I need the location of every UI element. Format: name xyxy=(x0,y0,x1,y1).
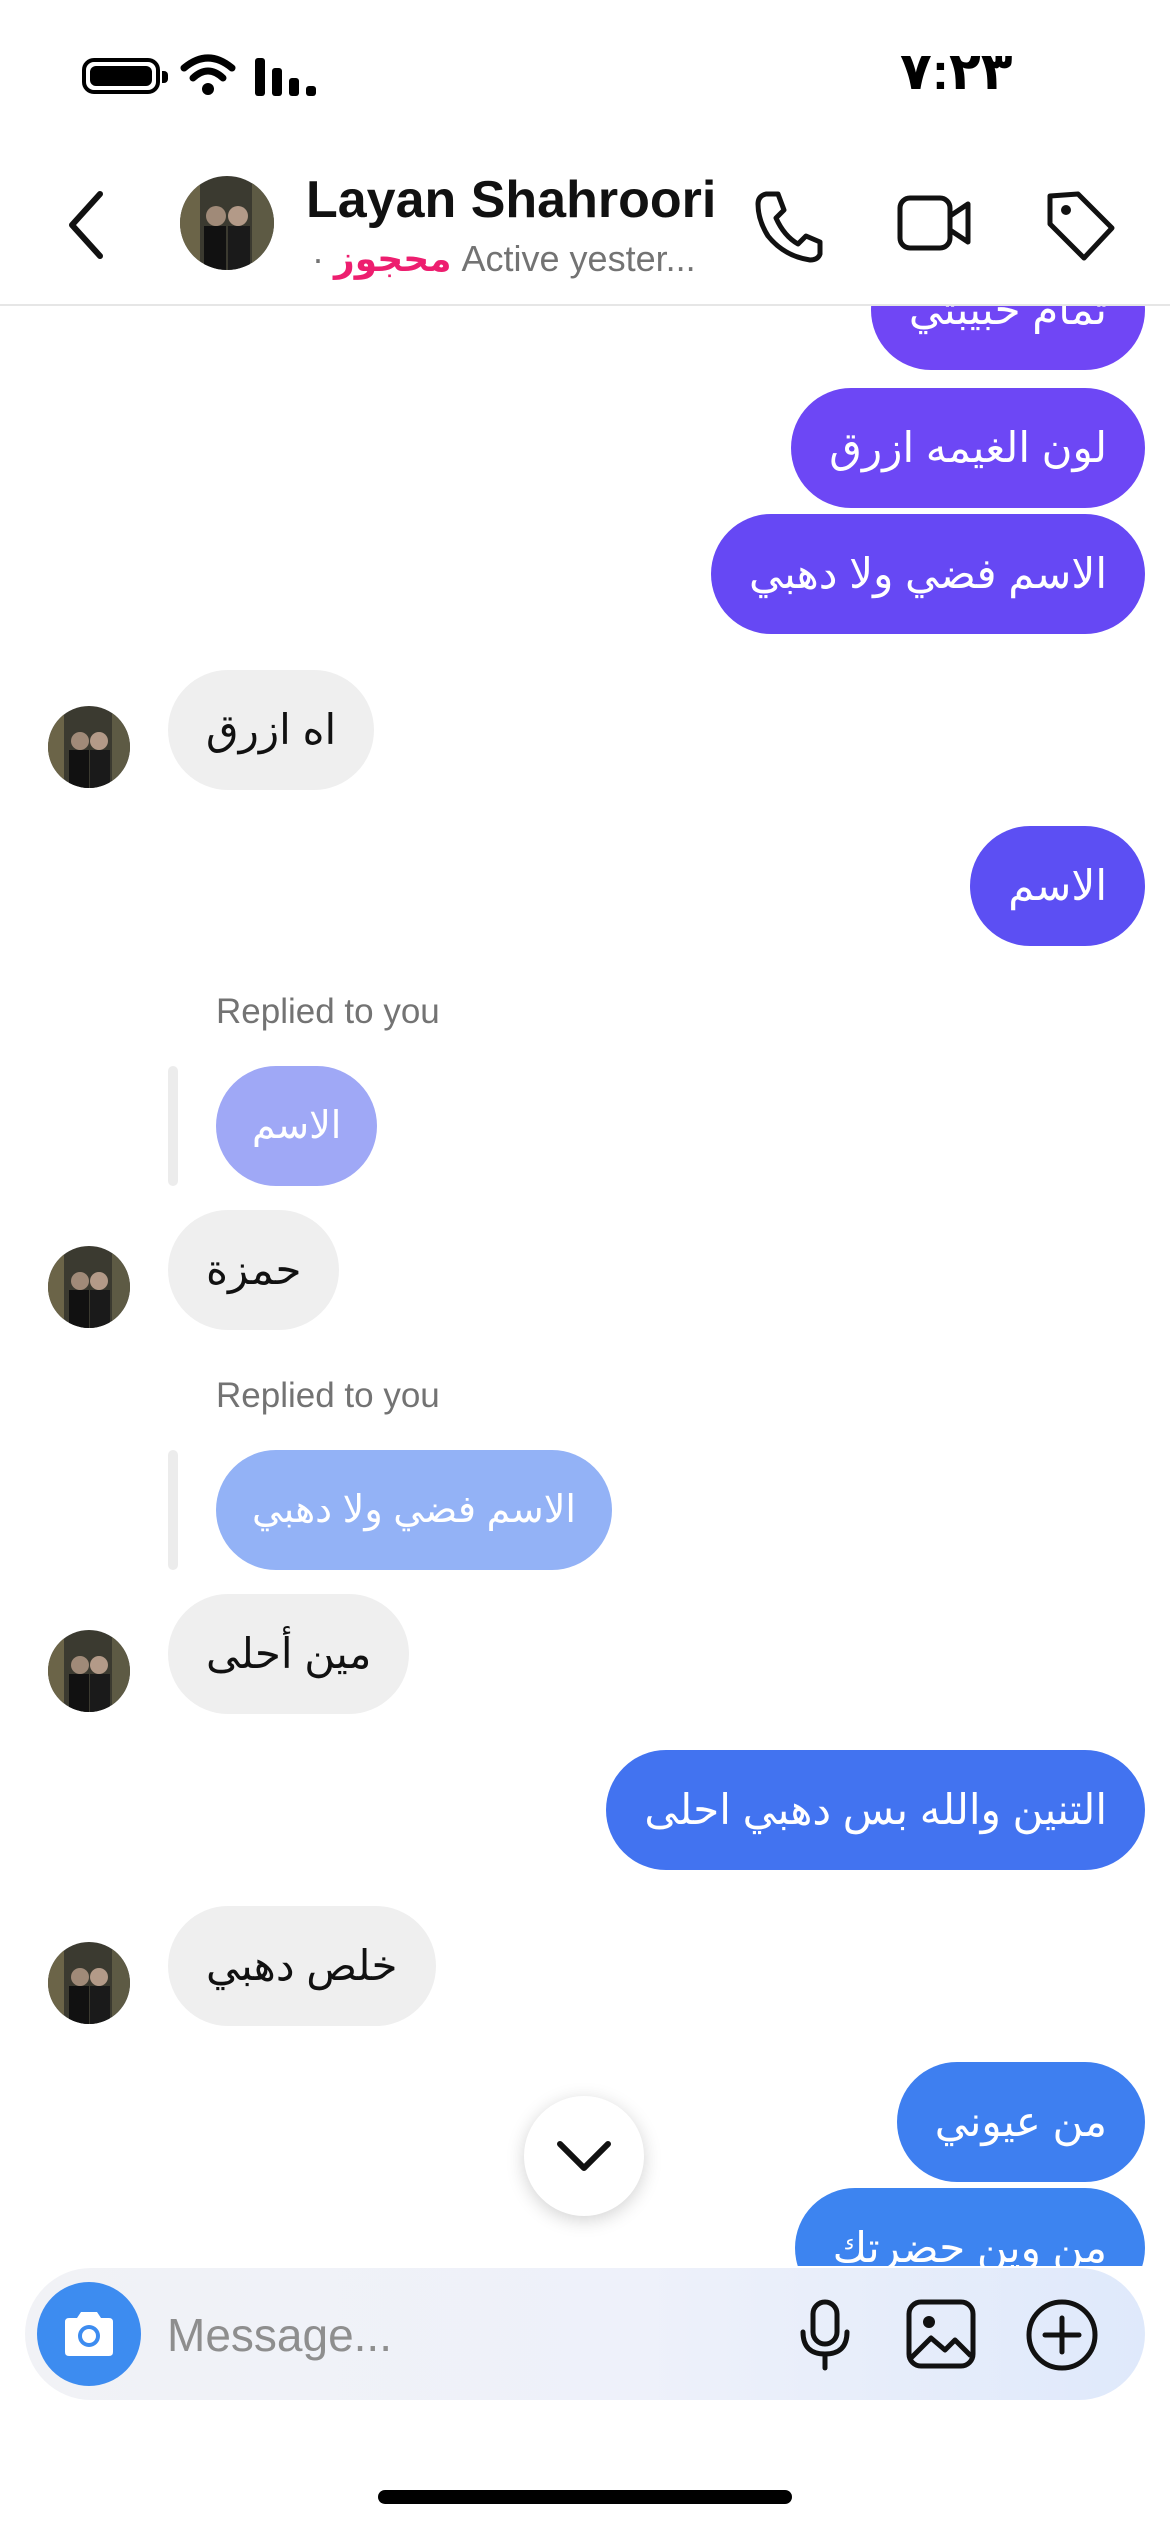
message-bubble-incoming[interactable]: اه ازرق xyxy=(168,670,375,790)
phone-icon[interactable] xyxy=(752,188,824,264)
replied-label: Replied to you xyxy=(216,992,440,1031)
tag-icon[interactable] xyxy=(1044,188,1116,264)
avatar[interactable] xyxy=(48,1942,130,2024)
wifi-icon xyxy=(180,54,236,95)
contact-status: · محجوز Active yester... xyxy=(312,238,702,280)
video-camera-icon[interactable] xyxy=(896,188,974,258)
status-bar: ٧:٢٣ xyxy=(0,0,1170,150)
avatar[interactable] xyxy=(48,1630,130,1712)
home-indicator xyxy=(378,2490,792,2504)
status-time: ٧:٢٣ xyxy=(900,43,1013,101)
chevron-left-icon[interactable] xyxy=(66,190,106,260)
quoted-message[interactable]: الاسم فضي ولا دهبي xyxy=(216,1450,612,1570)
message-bubble-outgoing[interactable]: لون الغيمه ازرق xyxy=(791,388,1145,508)
reserved-label: محجوز xyxy=(334,238,452,279)
avatar[interactable] xyxy=(180,176,274,270)
microphone-icon[interactable] xyxy=(795,2298,855,2372)
message-list[interactable]: تمام حبيبتي لون الغيمه ازرق الاسم فضي ول… xyxy=(0,306,1170,2266)
quote-bar xyxy=(168,1066,178,1186)
contact-name[interactable]: Layan Shahroori xyxy=(306,170,716,230)
scroll-to-bottom-button[interactable] xyxy=(524,2096,644,2216)
avatar[interactable] xyxy=(48,1246,130,1328)
replied-label: Replied to you xyxy=(216,1376,440,1415)
message-bubble-outgoing[interactable]: تمام حبيبتي xyxy=(870,306,1145,370)
message-bubble-outgoing[interactable]: التنين والله بس دهبي احلى xyxy=(606,1750,1145,1870)
camera-icon xyxy=(65,2312,113,2356)
message-bubble-incoming[interactable]: مين أحلى xyxy=(168,1594,410,1714)
signal-icon xyxy=(255,58,316,96)
message-bubble-incoming[interactable]: حمزة xyxy=(168,1210,340,1330)
gallery-icon[interactable] xyxy=(905,2298,977,2370)
message-input[interactable] xyxy=(165,2298,689,2372)
message-bubble-outgoing[interactable]: من وين حضرتك xyxy=(794,2188,1145,2266)
quoted-message[interactable]: الاسم xyxy=(216,1066,378,1186)
message-bubble-outgoing[interactable]: الاسم xyxy=(970,826,1145,946)
active-status: Active yester... xyxy=(461,238,696,279)
message-bubble-outgoing[interactable]: من عيوني xyxy=(896,2062,1145,2182)
message-bubble-outgoing[interactable]: الاسم فضي ولا دهبي xyxy=(710,514,1145,634)
chevron-down-icon xyxy=(557,2141,611,2171)
battery-icon xyxy=(82,58,168,94)
camera-button[interactable] xyxy=(37,2282,141,2386)
avatar[interactable] xyxy=(48,706,130,788)
quote-bar xyxy=(168,1450,178,1570)
separator-dot: · xyxy=(312,238,324,279)
message-composer xyxy=(25,2268,1145,2400)
message-bubble-incoming[interactable]: خلص دهبي xyxy=(168,1906,436,2026)
plus-circle-icon[interactable] xyxy=(1025,2298,1099,2372)
chat-header: Layan Shahroori · محجوز Active yester... xyxy=(0,150,1170,306)
